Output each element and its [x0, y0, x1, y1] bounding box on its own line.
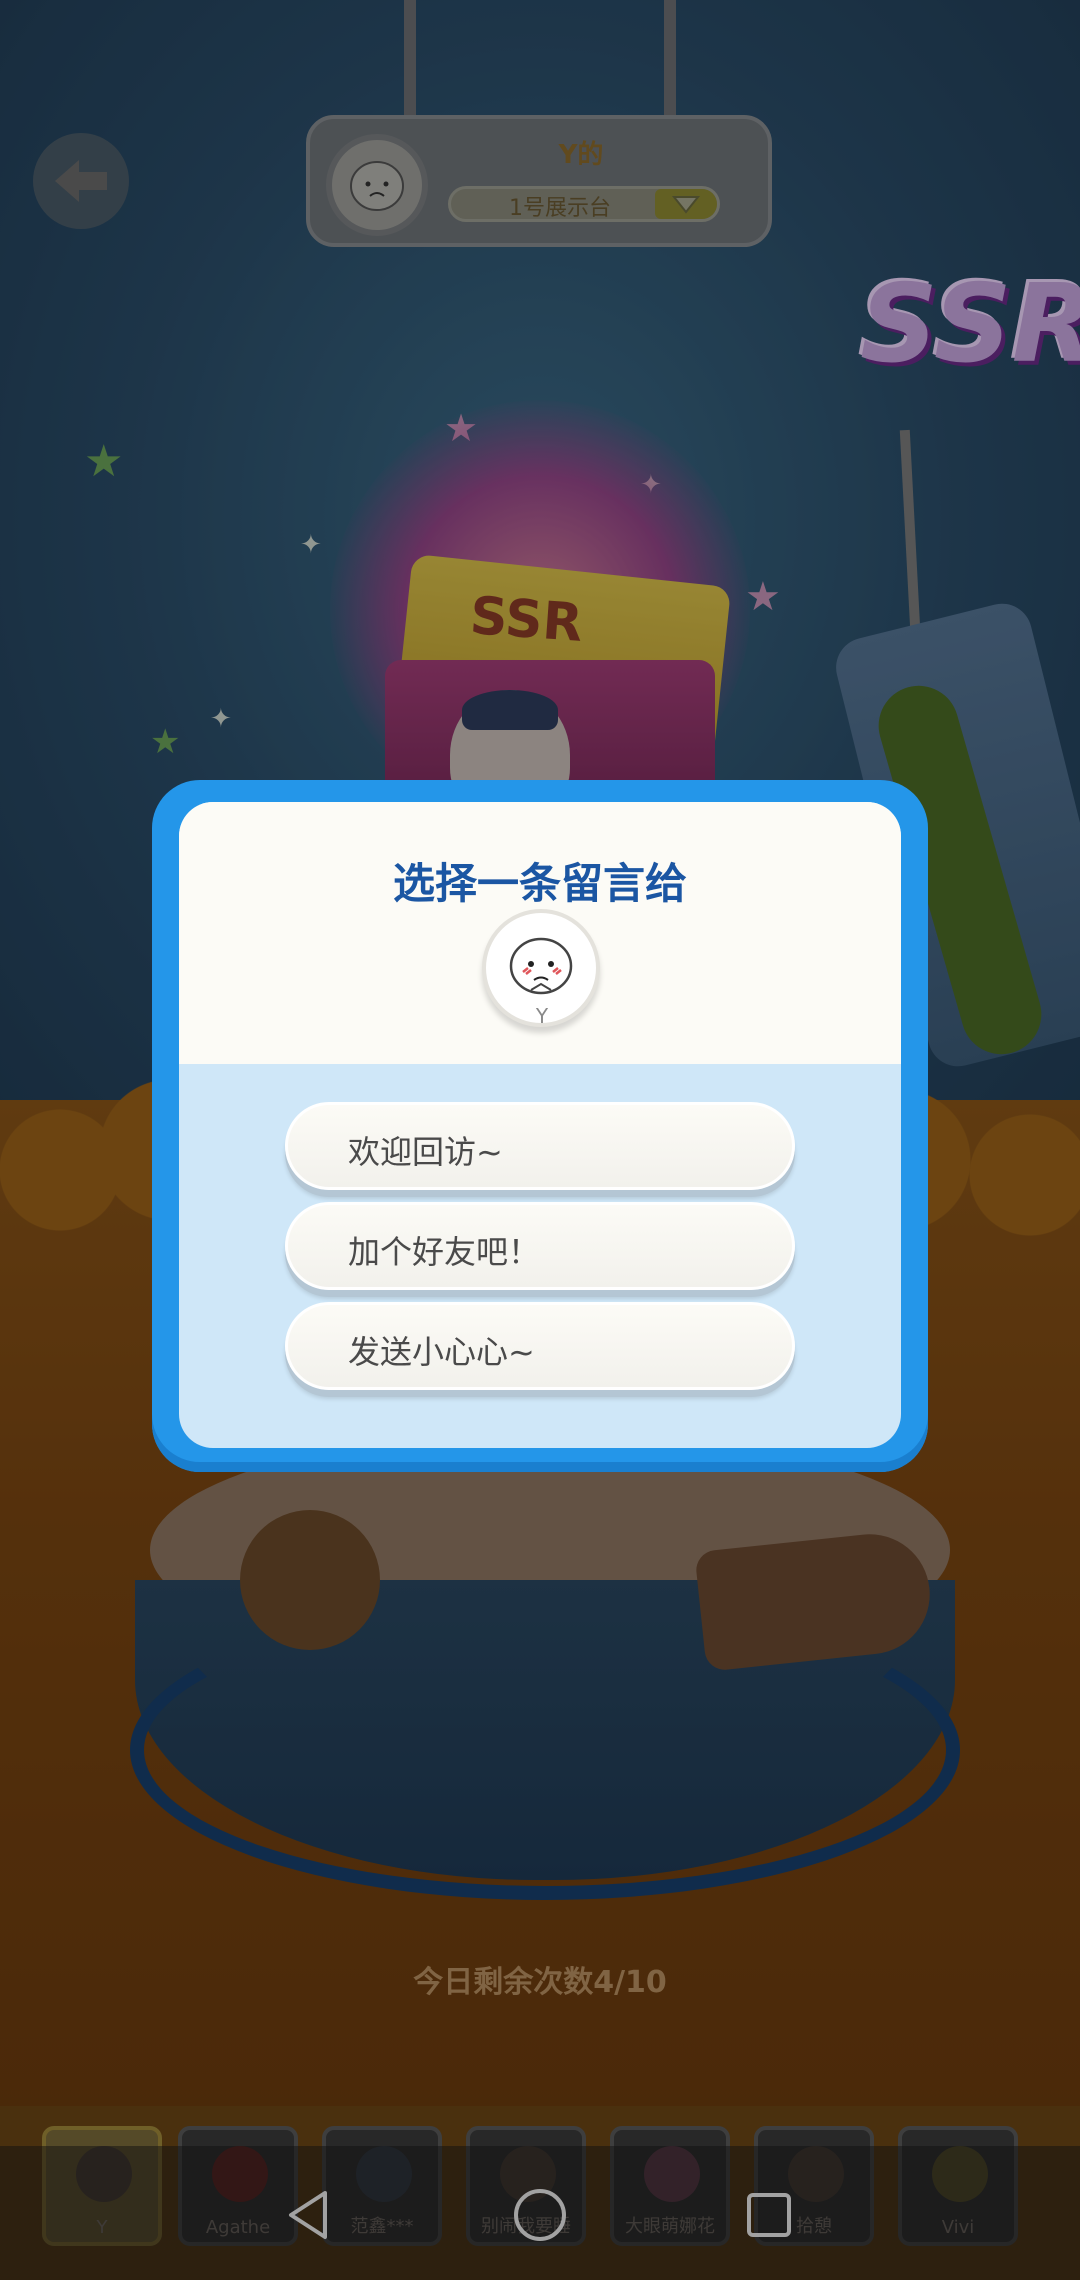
- message-option-label: 加个好友吧！: [348, 1233, 541, 1271]
- message-option-label: 发送小心心~: [348, 1333, 535, 1371]
- message-option-add-friend[interactable]: 加个好友吧！: [285, 1202, 795, 1290]
- dialog-header: 选择一条留言给 Y: [179, 802, 901, 1064]
- message-option-send-heart[interactable]: 发送小心心~: [285, 1302, 795, 1390]
- recipient-avatar-label: Y: [535, 1004, 549, 1028]
- blob-face-icon: [509, 937, 573, 995]
- message-option-welcome[interactable]: 欢迎回访~: [285, 1102, 795, 1190]
- dialog-title: 选择一条留言给: [392, 859, 687, 908]
- message-dialog-panel: 选择一条留言给 Y 欢迎回访~ 加个好友吧！ 发送小心心~: [179, 802, 901, 1448]
- message-option-label: 欢迎回访~: [348, 1133, 503, 1171]
